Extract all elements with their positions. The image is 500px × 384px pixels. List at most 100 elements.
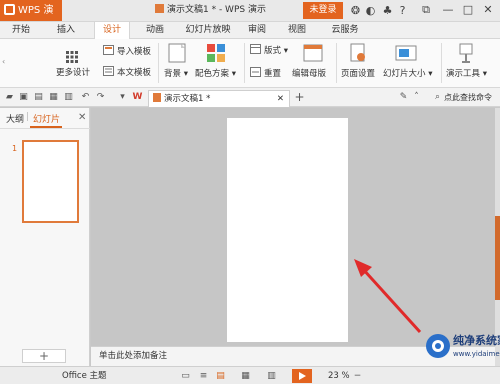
- expand-ribbon-icon[interactable]: ˄: [411, 92, 422, 103]
- export-pdf-icon[interactable]: ▤: [33, 92, 44, 103]
- presentation-tools-button[interactable]: 演示工具 ▾: [446, 67, 487, 79]
- spellcheck-icon[interactable]: ▭: [180, 371, 191, 381]
- slide-size-label: 幻灯片大小: [383, 69, 426, 79]
- slide-thumbnail[interactable]: [22, 140, 79, 223]
- window-title: 演示文稿1 * - WPS 演示: [155, 0, 266, 21]
- watermark-title: 纯净系统家园: [453, 334, 500, 347]
- status-bar: Office 主题 ▭ ≡ ▤ ▦ ▥ 23 % −: [0, 366, 500, 384]
- title-bar: WPS 演示▼ 演示文稿1 * - WPS 演示 未登录 ❂ ◐ ♣ ? ⧉ —…: [0, 0, 500, 37]
- layout-icon: [250, 44, 261, 54]
- close-tab-icon[interactable]: ✕: [277, 91, 284, 107]
- tab-design[interactable]: 设计: [94, 22, 130, 40]
- print-icon[interactable]: ▦: [48, 92, 59, 103]
- watermark-url: www.yidaimei.com: [453, 350, 500, 358]
- text-template-button[interactable]: 本文模板: [117, 66, 151, 78]
- tab-slides[interactable]: 幻灯片: [33, 112, 60, 125]
- layout-label: 版式: [264, 46, 282, 56]
- tab-outline[interactable]: 大纲: [6, 112, 24, 125]
- maximize-icon[interactable]: □: [461, 3, 475, 17]
- redo-icon[interactable]: ↷: [95, 92, 106, 103]
- help-icon[interactable]: ?: [396, 4, 409, 17]
- save-icon[interactable]: ▣: [18, 92, 29, 103]
- watermark: 纯净系统家园 www.yidaimei.com: [425, 330, 500, 364]
- play-slideshow-icon[interactable]: [292, 369, 312, 383]
- tab-slideshow[interactable]: 幻灯片放映: [180, 22, 236, 39]
- slides-pane: 大纲 | 幻灯片 ✕ 1 +: [0, 108, 90, 366]
- search-command-input[interactable]: 点此查找命令: [444, 88, 492, 107]
- color-scheme-button[interactable]: 配色方案 ▾: [195, 67, 236, 79]
- watermark-logo-icon: [426, 334, 450, 358]
- ribbon-separator: [441, 43, 442, 83]
- more-design-button[interactable]: 更多设计: [56, 66, 90, 78]
- color-scheme-label: 配色方案: [195, 69, 230, 79]
- sync-icon[interactable]: ◐: [364, 4, 377, 17]
- print-preview-icon[interactable]: ▥: [63, 92, 74, 103]
- minimize-icon[interactable]: —: [441, 3, 455, 17]
- reading-view-icon[interactable]: ▥: [266, 371, 277, 381]
- slide-canvas: [91, 108, 495, 346]
- close-icon[interactable]: ✕: [481, 3, 495, 17]
- ribbon-panel: ‹ 更多设计 导入模板 本文模板 背景 ▾ 配色方案 ▾ 版式 ▾ 重置 编辑母…: [0, 39, 500, 88]
- shirt-icon[interactable]: ♣: [381, 4, 394, 17]
- tab-review[interactable]: 审阅: [242, 22, 272, 39]
- new-tab-icon[interactable]: +: [294, 91, 305, 103]
- window-title-text: 演示文稿1 * - WPS 演示: [167, 5, 266, 15]
- page-setup-icon: [350, 43, 365, 62]
- tab-view[interactable]: 视图: [282, 22, 312, 39]
- pane-tab-divider: |: [26, 112, 30, 122]
- pane-divider: [0, 128, 90, 129]
- close-pane-icon[interactable]: ✕: [78, 112, 86, 123]
- slide-size-button[interactable]: 幻灯片大小 ▾: [383, 67, 432, 79]
- slide-editor[interactable]: [227, 118, 348, 342]
- background-label: 背景: [164, 69, 182, 79]
- skin-icon[interactable]: ❂: [349, 4, 362, 17]
- text-template-icon: [103, 66, 114, 76]
- tab-home[interactable]: 开始: [8, 22, 34, 39]
- presentation-tools-label: 演示工具: [446, 69, 481, 79]
- layout-button[interactable]: 版式 ▾: [264, 44, 288, 56]
- tab-cloud-service[interactable]: 云服务: [324, 22, 366, 39]
- import-template-button[interactable]: 导入模板: [117, 45, 151, 57]
- slide-sorter-icon[interactable]: ▦: [240, 371, 251, 381]
- slide-size-icon: [395, 45, 417, 61]
- presentation-file-icon: [153, 93, 161, 102]
- normal-view-icon[interactable]: ▤: [215, 371, 226, 381]
- zoom-level: 23 %: [328, 371, 350, 381]
- import-template-icon: [103, 45, 114, 55]
- add-slide-button[interactable]: +: [22, 349, 66, 363]
- tab-animation[interactable]: 动画: [140, 22, 170, 39]
- app-menu-button[interactable]: WPS 演示▼: [0, 0, 62, 37]
- slide-number: 1: [12, 144, 18, 153]
- document-tab-label: 演示文稿1 *: [164, 94, 211, 104]
- ribbon-separator: [158, 43, 159, 83]
- brush-icon[interactable]: ✎: [398, 92, 409, 103]
- presentation-tools-icon: [459, 43, 473, 63]
- theme-name: Office 主题: [62, 371, 107, 381]
- edit-master-button[interactable]: 编辑母版: [292, 67, 326, 79]
- background-button[interactable]: 背景 ▾: [164, 67, 188, 79]
- restore-window-icon[interactable]: ⧉: [419, 3, 433, 17]
- wps-logo-icon: [4, 4, 15, 15]
- search-icon: ⌕: [434, 92, 441, 102]
- undo-icon[interactable]: ↶: [80, 92, 91, 103]
- edit-master-icon: [303, 44, 323, 62]
- presentation-file-icon: [155, 4, 164, 13]
- vertical-scrollbar[interactable]: [495, 108, 500, 366]
- grid-icon: [66, 51, 78, 63]
- document-tab[interactable]: 演示文稿1 * ✕: [148, 90, 290, 107]
- tab-insert[interactable]: 插入: [53, 22, 79, 39]
- login-button[interactable]: 未登录: [303, 2, 343, 19]
- scrollbar-thumb[interactable]: [495, 216, 500, 300]
- page-setup-button[interactable]: 页面设置: [341, 67, 375, 79]
- open-folder-icon[interactable]: ▰: [4, 92, 15, 103]
- ribbon-tab-bar: 开始 插入 设计 动画 幻灯片放映 审阅 视图 云服务: [0, 22, 500, 40]
- ribbon-scroll-left-icon[interactable]: ‹: [2, 57, 5, 66]
- color-scheme-icon: [207, 44, 225, 62]
- reset-button[interactable]: 重置: [264, 67, 281, 79]
- quick-access-toolbar: ▰ ▣ ▤ ▦ ▥ ↶ ↷ ▾ W 演示文稿1 * ✕ + ✎ ˄ ⌕ 点此查找…: [0, 88, 500, 107]
- customize-toolbar-icon[interactable]: ▾: [117, 92, 128, 103]
- notes-toggle-icon[interactable]: ≡: [198, 371, 209, 381]
- wps-home-icon[interactable]: W: [132, 92, 143, 103]
- zoom-out-icon[interactable]: −: [352, 371, 363, 381]
- reset-icon: [250, 67, 261, 77]
